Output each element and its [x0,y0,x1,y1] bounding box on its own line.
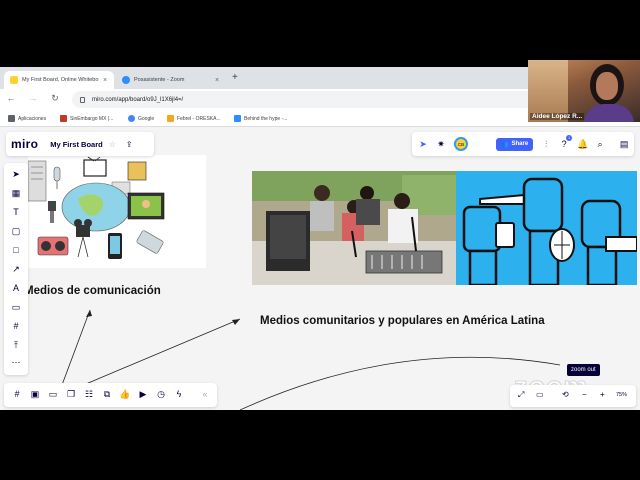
connector-lines [61,309,561,410]
text-icon[interactable]: T [4,207,28,217]
more-icon[interactable]: ⋯ [4,357,28,368]
share-button[interactable]: 👥 Share [496,137,534,151]
sinembargo-icon [60,115,67,122]
upload-icon[interactable]: ⤒ [4,340,28,351]
fit-screen-icon[interactable]: ▭ [536,390,544,399]
undo-icon[interactable]: ⟲ [562,390,569,399]
collaboration-toolbar: ➤ ✷ CB 👥 Share ⫶ ? 1 🔔 ⌕ ▤ [412,132,634,156]
url-text: miro.com/app/board/o9J_l1X6jl4=/ [92,96,184,103]
zoom-in-icon[interactable]: + [600,390,605,399]
participant-name: Aidee López R... [530,113,585,120]
zoom-out-tooltip: zoom out [567,364,600,376]
bookmark-item[interactable]: Google [128,115,154,122]
new-tab-button[interactable]: + [232,72,238,83]
close-tab-icon[interactable]: × [100,77,110,84]
board-menu-icon[interactable]: ▤ [619,139,629,150]
zoom-controls: ⤢ ▭ ⟲ − + 75% [510,385,636,407]
select-cursor-icon[interactable]: ➤ [4,169,28,180]
export-icon[interactable]: ⇪ [126,140,133,149]
forward-icon[interactable]: → [26,93,40,103]
miro-board[interactable]: Medios de comunicación Medios comunitari… [0,127,640,410]
apps-grid-icon [8,115,15,122]
address-bar[interactable]: miro.com/app/board/o9J_l1X6jl4=/ [72,91,592,108]
febrel-icon [167,115,174,122]
celebrate-icon[interactable]: ✷ [436,139,446,150]
bookmark-item[interactable]: Febrel - ORESKA... [167,115,221,122]
bookmark-label: Febrel - ORESKA... [177,115,221,122]
behind-the-hype-icon [234,115,241,122]
bell-icon[interactable]: 🔔 [577,139,588,150]
notification-badge: 1 [566,135,573,141]
bookmark-label: Google [138,115,155,122]
bottom-toolbar: # ▣ ▭ ❐ ☷ ⧉ 👍 ▶ ◷ ϟ « [4,383,217,407]
webcam-video: Aidee López R... [528,60,640,122]
connector-line[interactable] [73,318,241,390]
screen: My First Board, Online Whitebo × Posasis… [0,0,640,480]
zoom-out-icon[interactable]: − [582,390,587,399]
left-toolbar: ➤ ▦ T ▢ □ ↗ A ▭ # ⤒ ⋯ [4,163,28,375]
participant-face [596,72,618,100]
connection-line-icon[interactable]: ↗ [4,264,28,275]
tab-miro-board[interactable]: My First Board, Online Whitebo × [4,71,114,89]
participant-shirt [584,104,634,122]
bookmark-item[interactable]: Aplicaciones [8,115,46,122]
kanban-icon[interactable]: ☷ [82,389,96,400]
cursor-arrow-icon[interactable]: ➤ [418,139,428,150]
people-icon: 👥 [501,141,509,148]
tab-title: Posasistente - Zoom [134,77,185,83]
lock-icon [80,96,85,103]
screen-share-icon[interactable]: ⧉ [100,389,114,400]
bookmark-item[interactable]: Behind the hype -... [234,115,287,122]
frame-icon[interactable]: # [4,321,28,331]
zoom-percent[interactable]: 75% [616,392,627,398]
pen-icon[interactable]: A [4,283,28,293]
collapse-icon[interactable]: « [198,389,212,399]
lightning-icon[interactable]: ϟ [172,389,186,399]
bookmark-item[interactable]: SinEmbargo MX |... [60,115,113,122]
bookmark-label: Behind the hype -... [244,115,288,122]
back-icon[interactable]: ← [4,93,18,103]
reload-icon[interactable]: ↻ [48,93,62,104]
frames-icon[interactable]: # [10,389,24,399]
close-tab-icon[interactable]: × [212,77,222,84]
video-icon[interactable]: ▶ [136,389,150,400]
board-name[interactable]: My First Board [50,140,103,149]
board-header: miro My First Board ☆ ⇪ [6,132,154,156]
bookmark-label: Aplicaciones [18,115,47,122]
search-icon[interactable]: ⌕ [595,139,605,150]
star-icon[interactable]: ☆ [109,140,116,149]
minimap-icon[interactable]: ⤢ [518,390,524,400]
presentation-icon[interactable]: ▣ [28,389,42,400]
sticky-note-icon[interactable]: ▢ [4,226,28,237]
miro-favicon-icon [10,76,18,84]
miro-logo[interactable]: miro [11,137,38,151]
comments-icon[interactable]: ▭ [46,389,60,400]
avatar[interactable]: CB [454,137,468,151]
settings-sliders-icon[interactable]: ⫶ [541,139,551,150]
connector-line[interactable] [61,309,91,386]
cards-icon[interactable]: ❐ [64,389,78,400]
thumbs-up-icon[interactable]: 👍 [118,389,132,400]
tab-zoom[interactable]: Posasistente - Zoom × [116,71,226,89]
bookmark-label: SinEmbargo MX |... [70,115,114,122]
share-label: Share [511,141,529,147]
comment-icon[interactable]: ▭ [4,302,28,313]
templates-icon[interactable]: ▦ [4,188,28,199]
tab-title: My First Board, Online Whitebo [22,77,99,83]
help-icon[interactable]: ? 1 [559,135,573,149]
zoom-favicon-icon [122,76,130,84]
letterbox-bottom [0,410,640,480]
shape-icon[interactable]: □ [4,245,28,255]
google-icon [128,115,135,122]
arrowhead-icon [86,310,92,317]
timer-icon[interactable]: ◷ [154,389,168,400]
